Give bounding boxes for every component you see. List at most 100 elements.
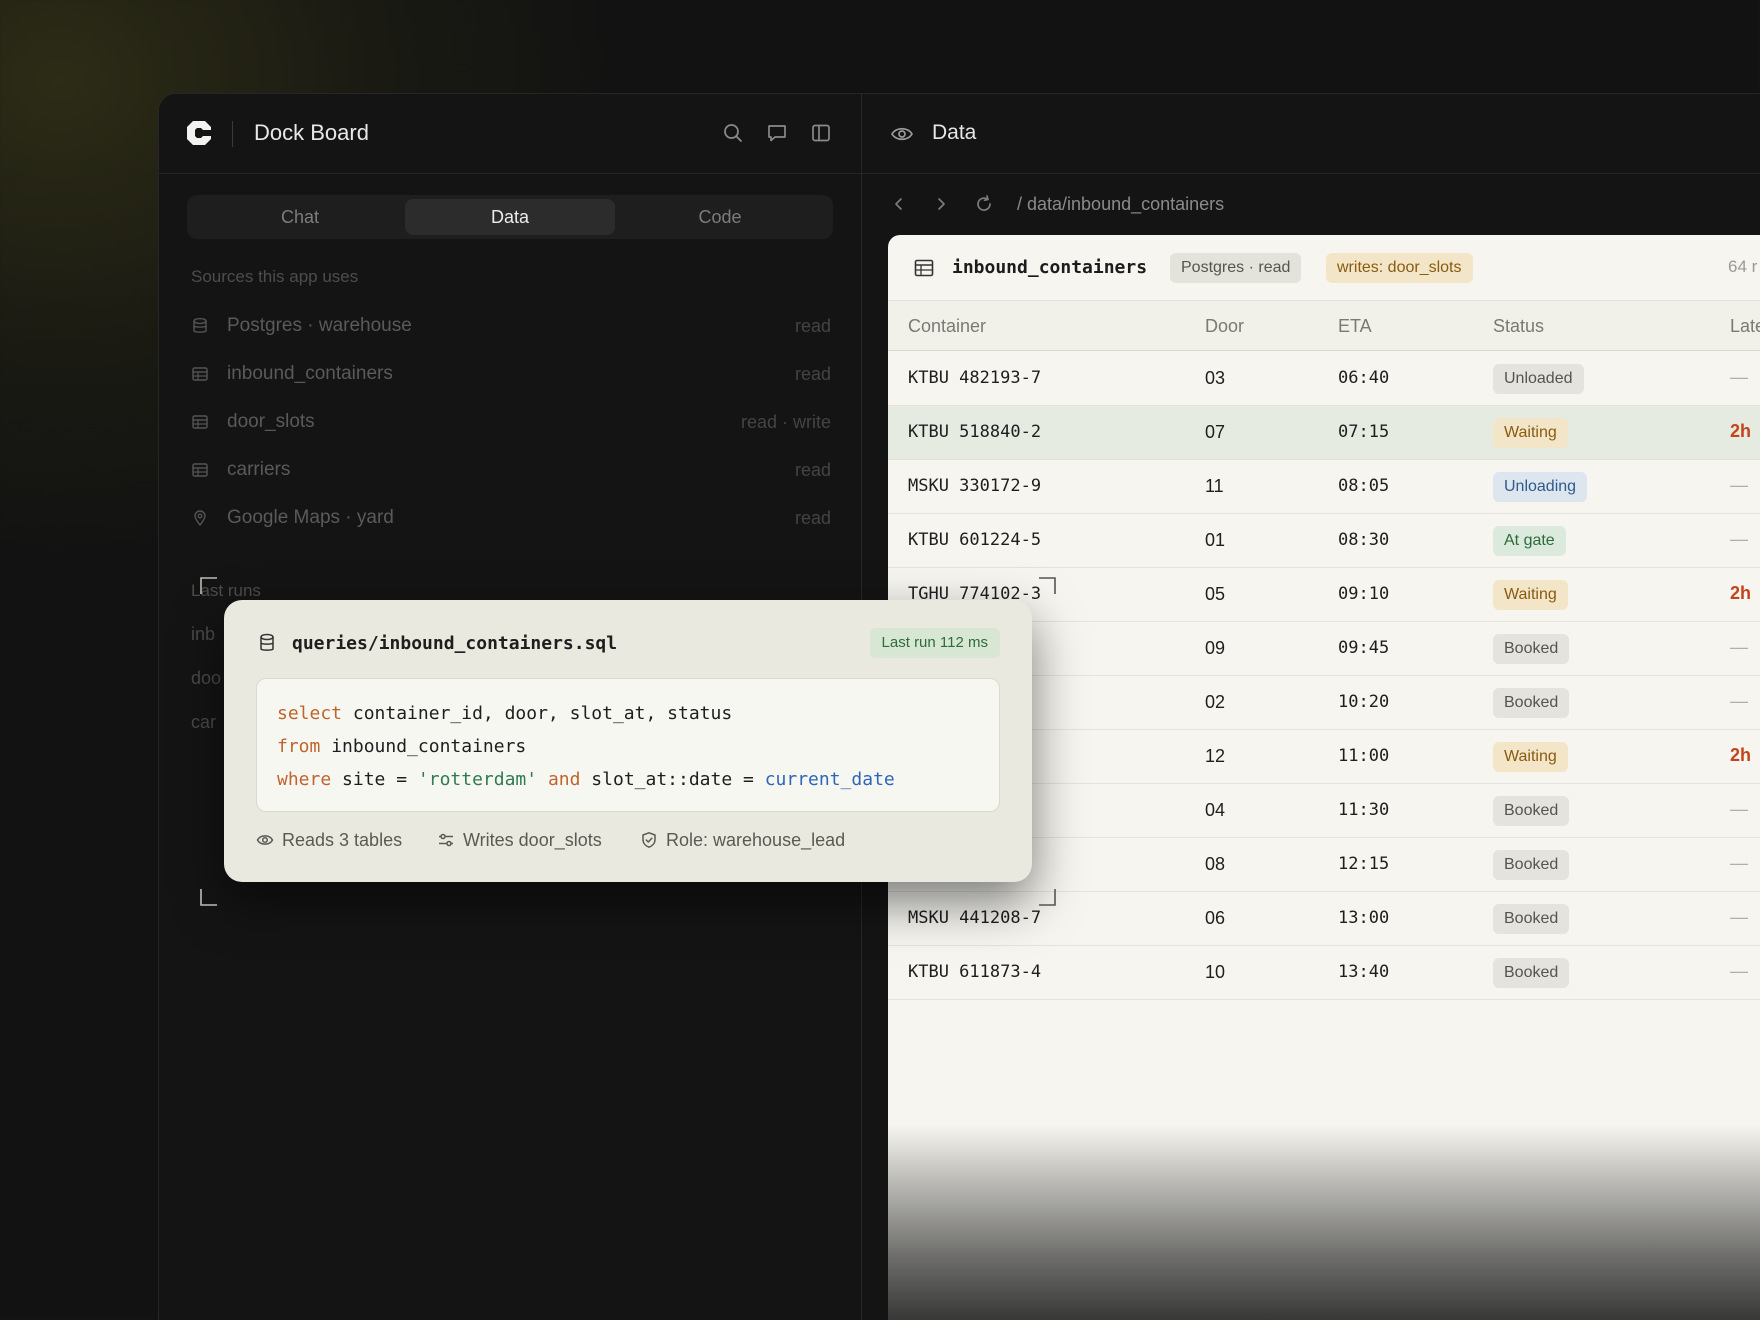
table-row[interactable]: KTBU 518840-2 07 07:15 Waiting 2h	[888, 406, 1760, 460]
role-meta: Role: warehouse_lead	[640, 830, 845, 851]
source-access: read	[794, 508, 831, 528]
app-logo-icon	[187, 121, 211, 145]
row-count: 64 r	[1728, 257, 1758, 276]
app-title: Dock Board	[254, 120, 369, 145]
eta-cell: 06:40	[1338, 368, 1390, 388]
status-badge: Unloading	[1493, 472, 1588, 502]
late-cell: —	[1730, 961, 1748, 981]
table-row[interactable]: KTBU 611873-4 10 13:40 Booked —	[888, 946, 1760, 1000]
code-line: where site = 'rotterdam' and slot_at::da…	[277, 769, 895, 790]
query-file-name[interactable]: queries/inbound_containers.sql	[292, 633, 617, 654]
door-cell: 01	[1205, 530, 1226, 550]
panel-tabs: Chat Data Code	[187, 195, 833, 239]
eta-cell: 08:05	[1338, 476, 1390, 496]
reads-meta: Reads 3 tables	[256, 830, 402, 851]
eta-cell: 07:15	[1338, 422, 1390, 442]
door-cell: 04	[1205, 800, 1226, 820]
status-badge: Waiting	[1493, 580, 1568, 610]
comment-icon[interactable]	[766, 122, 788, 144]
door-cell: 09	[1205, 638, 1226, 658]
refresh-icon[interactable]	[974, 194, 994, 214]
tab-chat[interactable]: Chat	[195, 199, 405, 235]
late-cell: —	[1730, 853, 1748, 873]
table-icon	[192, 367, 208, 381]
eta-cell: 09:45	[1338, 638, 1390, 658]
status-badge: Booked	[1493, 958, 1570, 988]
chevron-left-icon[interactable]	[892, 197, 906, 211]
eta-cell: 09:10	[1338, 584, 1390, 604]
eye-icon	[891, 127, 913, 141]
status-badge: Waiting	[1493, 418, 1568, 448]
container-cell: KTBU 611873-4	[908, 962, 1042, 982]
breadcrumb-path[interactable]: / data/inbound_containers	[1017, 194, 1224, 215]
column-header[interactable]: Status	[1493, 316, 1544, 337]
late-cell: —	[1730, 637, 1748, 657]
late-cell: —	[1730, 367, 1748, 387]
source-item-carriers[interactable]: carriers read	[191, 456, 831, 486]
database-icon	[193, 317, 207, 333]
source-item-door-slots[interactable]: door_slots read · write	[191, 408, 831, 438]
selection-corner-bottom-right	[1039, 889, 1056, 906]
source-item-inbound-containers[interactable]: inbound_containers read	[191, 360, 831, 390]
door-cell: 11	[1205, 476, 1224, 496]
door-cell: 06	[1205, 908, 1226, 928]
table-icon	[192, 463, 208, 477]
table-row[interactable]: MSKU 441208-7 06 13:00 Booked —	[888, 892, 1760, 946]
code-line: select container_id, door, slot_at, stat…	[277, 703, 733, 724]
late-cell: 2h	[1730, 421, 1752, 441]
source-name: inbound_containers	[227, 363, 393, 384]
late-cell: 2h	[1730, 583, 1752, 603]
eta-cell: 12:15	[1338, 854, 1390, 874]
eta-cell: 08:30	[1338, 530, 1390, 550]
sliders-icon	[439, 833, 453, 847]
container-cell: MSKU 330172-9	[908, 476, 1042, 496]
table-row[interactable]: MSKU 330172-9 11 08:05 Unloading —	[888, 460, 1760, 514]
status-badge: At gate	[1493, 526, 1566, 556]
tab-data[interactable]: Data	[405, 199, 615, 235]
column-header[interactable]: ETA	[1338, 316, 1372, 337]
status-badge: Booked	[1493, 688, 1570, 718]
query-popover: queries/inbound_containers.sql Last run …	[224, 600, 1032, 882]
table-name: inbound_containers	[952, 257, 1148, 278]
door-cell: 08	[1205, 854, 1226, 874]
last-run-item[interactable]: inb	[191, 624, 215, 645]
eta-cell: 10:20	[1338, 692, 1390, 712]
late-cell: —	[1730, 475, 1748, 495]
table-icon	[192, 415, 208, 429]
sidebar-toggle-icon[interactable]	[810, 122, 832, 144]
source-access: read · write	[740, 412, 831, 432]
left-header: Dock Board	[159, 94, 861, 174]
container-cell: KTBU 518840-2	[908, 422, 1042, 442]
eta-cell: 11:30	[1338, 800, 1390, 820]
tab-code[interactable]: Code	[615, 199, 825, 235]
table-row[interactable]: KTBU 601224-5 01 08:30 At gate —	[888, 514, 1760, 568]
last-run-item[interactable]: car	[191, 712, 216, 733]
source-item-postgres[interactable]: Postgres · warehouse read	[191, 312, 831, 342]
table-row[interactable]: KTBU 482193-7 03 06:40 Unloaded —	[888, 352, 1760, 406]
door-cell: 12	[1205, 746, 1226, 766]
source-access: read	[794, 460, 831, 480]
sql-code-block[interactable]: select container_id, door, slot_at, stat…	[256, 678, 1000, 812]
source-item-google-maps[interactable]: Google Maps · yard read	[191, 504, 831, 534]
door-cell: 07	[1205, 422, 1226, 442]
last-run-badge: Last run 112 ms	[869, 628, 1000, 658]
source-name: door_slots	[227, 411, 315, 432]
column-header[interactable]: Late	[1730, 316, 1760, 337]
chevron-right-icon[interactable]	[934, 197, 948, 211]
source-name: carriers	[227, 459, 291, 480]
table-header-row: Container Door ETA Status Late	[888, 301, 1760, 351]
code-line: from inbound_containers	[277, 736, 527, 757]
header-divider	[232, 121, 233, 147]
status-badge: Unloaded	[1493, 364, 1584, 394]
late-cell: —	[1730, 799, 1748, 819]
container-cell: KTBU 601224-5	[908, 530, 1042, 550]
late-cell: —	[1730, 691, 1748, 711]
status-badge: Booked	[1493, 904, 1570, 934]
column-header[interactable]: Container	[908, 316, 986, 337]
selection-corner-bottom-left	[200, 889, 217, 906]
last-run-item[interactable]: doo	[191, 668, 221, 689]
late-cell: —	[1730, 529, 1748, 549]
column-header[interactable]: Door	[1205, 316, 1244, 337]
door-cell: 03	[1205, 368, 1226, 388]
search-icon[interactable]	[722, 122, 744, 144]
